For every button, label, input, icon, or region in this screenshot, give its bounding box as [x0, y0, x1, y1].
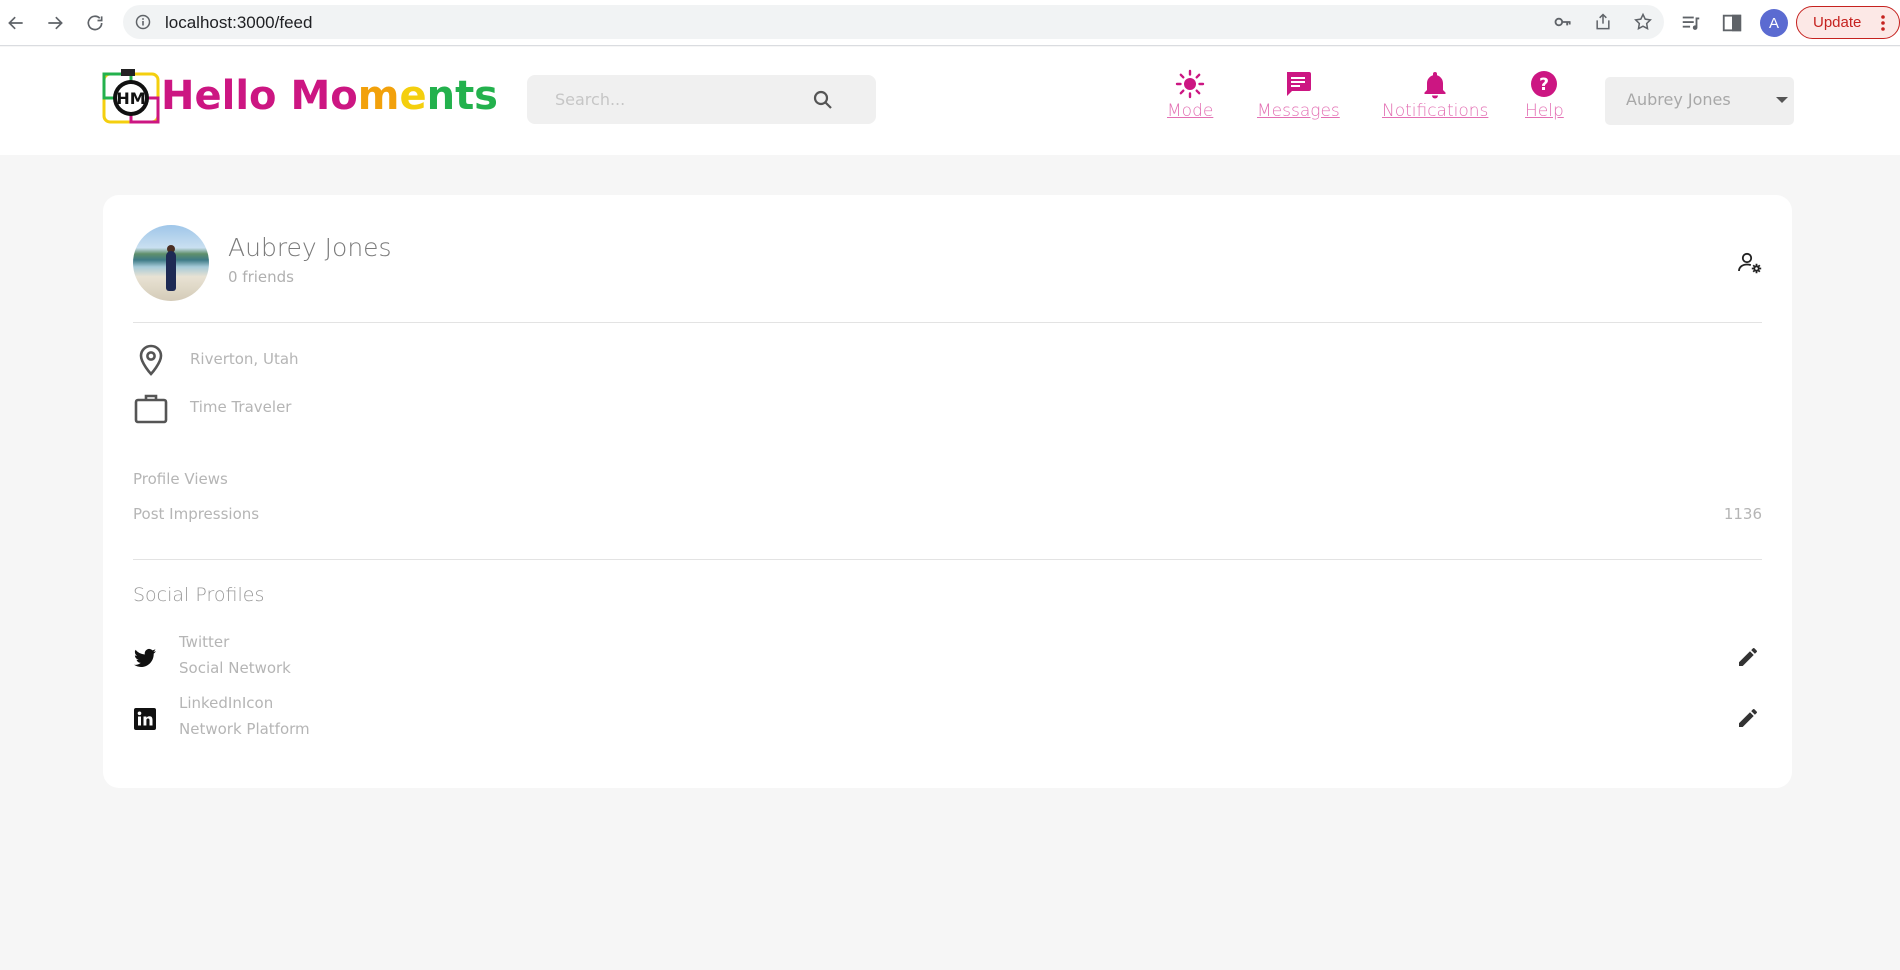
app-header: HM Hello Moments Mode Messages: [0, 47, 1900, 155]
bookmark-star-icon[interactable]: [1633, 12, 1653, 32]
social-name: LinkedInIcon: [179, 694, 274, 712]
search-input[interactable]: [555, 87, 815, 111]
briefcase-icon: [134, 394, 168, 424]
bell-icon: [1424, 72, 1446, 99]
location-text: Riverton, Utah: [190, 350, 299, 368]
logo-letters: [277, 73, 291, 119]
svg-text:?: ?: [1539, 75, 1549, 95]
password-key-icon[interactable]: [1553, 12, 1573, 32]
logo-mark-text: HM: [116, 89, 145, 108]
logo-letters: m: [357, 73, 400, 119]
camera-logo-icon: HM: [102, 69, 160, 124]
forward-arrow-icon: [48, 16, 63, 30]
location-pin-icon: [139, 344, 163, 376]
nav-notifications[interactable]: Notifications: [1382, 69, 1488, 121]
back-button[interactable]: [1, 8, 31, 38]
nav-help[interactable]: ? Help: [1525, 69, 1564, 121]
url-text[interactable]: localhost:3000/feed: [165, 13, 312, 33]
divider: [133, 322, 1762, 323]
search-bar[interactable]: [527, 75, 876, 124]
forward-button[interactable]: [40, 8, 70, 38]
reload-icon: [87, 15, 103, 31]
post-impressions-value: 1136: [1723, 505, 1762, 523]
profile-card: Aubrey Jones 0 friends Riverton, Utah Ti…: [103, 195, 1792, 788]
nav-help-label[interactable]: Help: [1525, 101, 1564, 121]
nav-mode[interactable]: Mode: [1167, 69, 1213, 121]
nav-messages-label[interactable]: Messages: [1257, 101, 1340, 121]
reload-button[interactable]: [80, 8, 110, 38]
logo-letters: ts: [455, 73, 498, 119]
logo-letters: Mo: [290, 73, 358, 119]
social-name: Twitter: [179, 633, 230, 651]
divider: [133, 559, 1762, 560]
user-menu-selected: Aubrey Jones: [1626, 90, 1731, 109]
profile-name[interactable]: Aubrey Jones: [228, 233, 392, 262]
address-bar[interactable]: localhost:3000/feed: [123, 5, 1664, 39]
profile-views-label: Profile Views: [133, 470, 228, 488]
message-icon: [1287, 72, 1312, 96]
logo-wordmark: Hello Moments: [161, 66, 498, 126]
update-label: Update: [1813, 14, 1862, 31]
twitter-icon: [134, 648, 156, 667]
logo-letters: Hello: [161, 73, 277, 119]
friends-count: 0 friends: [228, 268, 294, 286]
site-info-icon[interactable]: [135, 14, 151, 30]
hello-moments-logo[interactable]: HM Hello Moments: [101, 66, 498, 126]
linkedin-icon: [134, 708, 156, 730]
user-menu-select[interactable]: Aubrey Jones: [1605, 77, 1794, 125]
social-row-twitter: Twitter Social Network: [133, 633, 1762, 683]
manage-account-icon[interactable]: [1737, 250, 1763, 276]
help-icon: ?: [1531, 71, 1558, 97]
search-icon[interactable]: [811, 88, 835, 112]
back-arrow-icon: [8, 16, 23, 30]
media-queue-icon[interactable]: [1680, 12, 1702, 34]
social-subtitle: Network Platform: [179, 720, 310, 738]
share-icon[interactable]: [1593, 12, 1613, 32]
social-row-linkedin: LinkedInIcon Network Platform: [133, 694, 1762, 744]
caret-down-icon: [1776, 97, 1788, 103]
sun-icon: [1175, 69, 1205, 99]
update-button[interactable]: Update: [1796, 6, 1900, 39]
avatar[interactable]: [133, 225, 209, 301]
occupation-text: Time Traveler: [190, 398, 292, 416]
logo-letters: e: [399, 73, 427, 119]
edit-pencil-icon[interactable]: [1736, 706, 1760, 730]
more-vert-icon: [1881, 15, 1885, 31]
side-panel-icon[interactable]: [1721, 12, 1743, 34]
social-profiles-heading: Social Profiles: [133, 584, 265, 606]
logo-letters: n: [426, 73, 456, 119]
post-impressions-label: Post Impressions: [133, 505, 260, 523]
browser-toolbar: localhost:3000/feed A Update: [0, 0, 1900, 46]
nav-mode-label[interactable]: Mode: [1167, 101, 1213, 121]
edit-pencil-icon[interactable]: [1736, 645, 1760, 669]
browser-profile-avatar[interactable]: A: [1760, 9, 1788, 37]
nav-notifications-label[interactable]: Notifications: [1382, 101, 1488, 121]
nav-messages[interactable]: Messages: [1257, 69, 1340, 121]
social-subtitle: Social Network: [179, 659, 291, 677]
